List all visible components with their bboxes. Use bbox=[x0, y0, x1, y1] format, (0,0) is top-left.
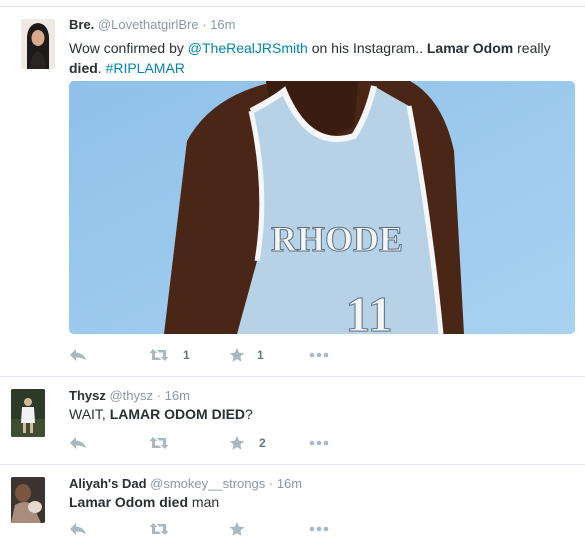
jersey-number: 11 bbox=[345, 286, 392, 334]
timeline: Bre. @LovethatgirlBre · 16m Wow confirme… bbox=[0, 0, 585, 550]
highlighted-term: Lamar Odom died bbox=[69, 494, 189, 510]
reply-icon bbox=[70, 349, 86, 361]
tweet-text: WAIT, LAMAR ODOM DIED? bbox=[69, 404, 569, 424]
reply-icon bbox=[70, 523, 86, 535]
star-icon bbox=[229, 521, 245, 536]
retweet-icon bbox=[149, 437, 169, 449]
retweet-button[interactable]: 1 bbox=[149, 345, 190, 365]
display-name[interactable]: Bre. bbox=[69, 17, 94, 32]
display-name[interactable]: Thysz bbox=[69, 388, 106, 403]
star-icon bbox=[229, 435, 245, 450]
favorite-button[interactable]: 1 bbox=[229, 345, 264, 365]
text-segment: on his Instagram.. bbox=[307, 40, 427, 56]
retweet-icon bbox=[149, 523, 169, 535]
text-segment: really bbox=[513, 40, 551, 56]
retweet-button[interactable] bbox=[149, 519, 183, 539]
text-segment: WAIT, bbox=[69, 406, 110, 422]
more-button[interactable] bbox=[309, 433, 329, 453]
tweet-item[interactable]: Thysz @thysz · 16m WAIT, LAMAR ODOM DIED… bbox=[0, 376, 585, 464]
highlighted-term: LAMAR ODOM DIED bbox=[109, 406, 246, 422]
reply-button[interactable] bbox=[69, 345, 87, 365]
tweet-text: Wow confirmed by @TheRealJRSmith on his … bbox=[69, 38, 569, 78]
tweet-media-photo[interactable]: RHODE 11 bbox=[69, 81, 575, 334]
avatar[interactable] bbox=[11, 389, 45, 437]
reply-button[interactable] bbox=[69, 519, 87, 539]
timestamp[interactable]: 16m bbox=[210, 17, 235, 32]
favorite-button[interactable] bbox=[229, 519, 259, 539]
more-dots-icon bbox=[309, 352, 329, 358]
separator: · bbox=[156, 388, 161, 403]
retweet-button[interactable] bbox=[149, 433, 183, 453]
retweet-count: 1 bbox=[183, 348, 190, 362]
tweet-header: Thysz @thysz · 16m bbox=[69, 388, 190, 403]
display-name[interactable]: Aliyah's Dad bbox=[69, 476, 147, 491]
hashtag-link[interactable]: #RIPLAMAR bbox=[106, 60, 185, 76]
star-icon bbox=[229, 347, 245, 362]
highlighted-term: Lamar Odom bbox=[426, 40, 514, 56]
timestamp[interactable]: 16m bbox=[165, 388, 190, 403]
separator: · bbox=[202, 17, 207, 32]
favorite-count: 2 bbox=[259, 436, 266, 450]
reply-icon bbox=[70, 437, 86, 449]
reply-button[interactable] bbox=[69, 433, 87, 453]
text-segment: ? bbox=[245, 406, 253, 422]
retweet-icon bbox=[149, 349, 169, 361]
more-dots-icon bbox=[309, 440, 329, 446]
text-segment: . bbox=[97, 60, 106, 76]
timestamp[interactable]: 16m bbox=[277, 476, 302, 491]
user-handle[interactable]: @thysz bbox=[109, 388, 153, 403]
tweet-item[interactable]: Bre. @LovethatgirlBre · 16m Wow confirme… bbox=[0, 6, 585, 376]
user-handle[interactable]: @smokey__strongs bbox=[150, 476, 265, 491]
user-handle[interactable]: @LovethatgirlBre bbox=[98, 17, 199, 32]
favorite-count: 1 bbox=[257, 348, 264, 362]
favorite-button[interactable]: 2 bbox=[229, 433, 266, 453]
avatar[interactable] bbox=[21, 19, 55, 69]
avatar[interactable] bbox=[11, 477, 45, 523]
tweet-header: Aliyah's Dad @smokey__strongs · 16m bbox=[69, 476, 302, 491]
tweet-text: Lamar Odom died man bbox=[69, 492, 569, 512]
mention-link[interactable]: @TheRealJRSmith bbox=[188, 40, 308, 56]
tweet-item[interactable]: Aliyah's Dad @smokey__strongs · 16m Lama… bbox=[0, 464, 585, 550]
more-button[interactable] bbox=[309, 345, 329, 365]
text-segment: man bbox=[188, 494, 220, 510]
highlighted-term: died bbox=[69, 60, 98, 76]
separator: · bbox=[268, 476, 274, 491]
more-button[interactable] bbox=[309, 519, 329, 539]
text-segment: Wow confirmed by bbox=[69, 40, 188, 56]
tweet-header: Bre. @LovethatgirlBre · 16m bbox=[69, 17, 235, 32]
more-dots-icon bbox=[309, 526, 329, 532]
jersey-text: RHODE bbox=[271, 219, 403, 259]
